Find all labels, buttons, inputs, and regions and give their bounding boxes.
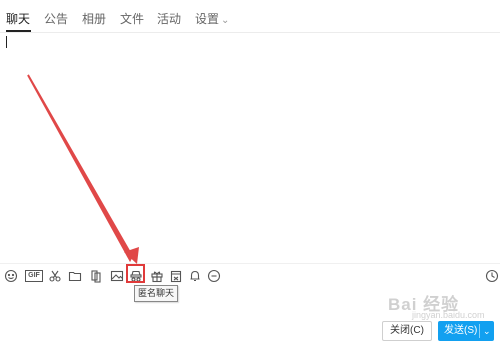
chevron-down-icon: ⌄ (221, 15, 230, 26)
tab-album[interactable]: 相册 (82, 10, 106, 27)
tab-chat[interactable]: 聊天 (6, 10, 30, 27)
send-button[interactable]: 发送(S) ⌄ (438, 321, 494, 341)
gif-label: GIF (25, 270, 43, 282)
gift-icon[interactable] (150, 269, 164, 283)
chat-toolbar: GIF (0, 263, 500, 288)
more-icon[interactable] (207, 269, 221, 283)
close-button[interactable]: 关闭(C) (382, 321, 432, 341)
calendar-icon[interactable] (169, 269, 183, 283)
emoji-icon[interactable] (4, 269, 18, 283)
anonymous-chat-tooltip: 匿名聊天 (134, 285, 179, 302)
text-cursor (6, 36, 7, 48)
tab-files[interactable]: 文件 (120, 10, 144, 27)
scissors-icon[interactable] (48, 269, 62, 283)
tab-settings-label: 设置 (195, 12, 220, 26)
anonymous-chat-highlight (126, 264, 145, 283)
send-divider (479, 324, 480, 338)
chevron-down-icon[interactable]: ⌄ (483, 321, 491, 341)
tab-activity[interactable]: 活动 (157, 10, 181, 27)
group-chat-tabs: 聊天 公告 相册 文件 活动 设置 ⌄ (0, 0, 500, 33)
history-clock-icon[interactable] (485, 269, 499, 283)
folder-icon[interactable] (68, 269, 82, 283)
send-button-label: 发送(S) (444, 325, 478, 336)
bell-icon[interactable] (188, 269, 202, 283)
message-input-area[interactable] (0, 33, 500, 263)
active-tab-indicator (6, 30, 31, 32)
image-icon[interactable] (110, 269, 124, 283)
baidu-watermark-url: jingyan.baidu.com (412, 310, 485, 320)
tab-settings[interactable]: 设置 ⌄ (195, 10, 229, 27)
shake-icon[interactable] (89, 269, 103, 283)
gif-icon[interactable]: GIF (25, 269, 43, 283)
tab-announcement[interactable]: 公告 (44, 10, 68, 27)
